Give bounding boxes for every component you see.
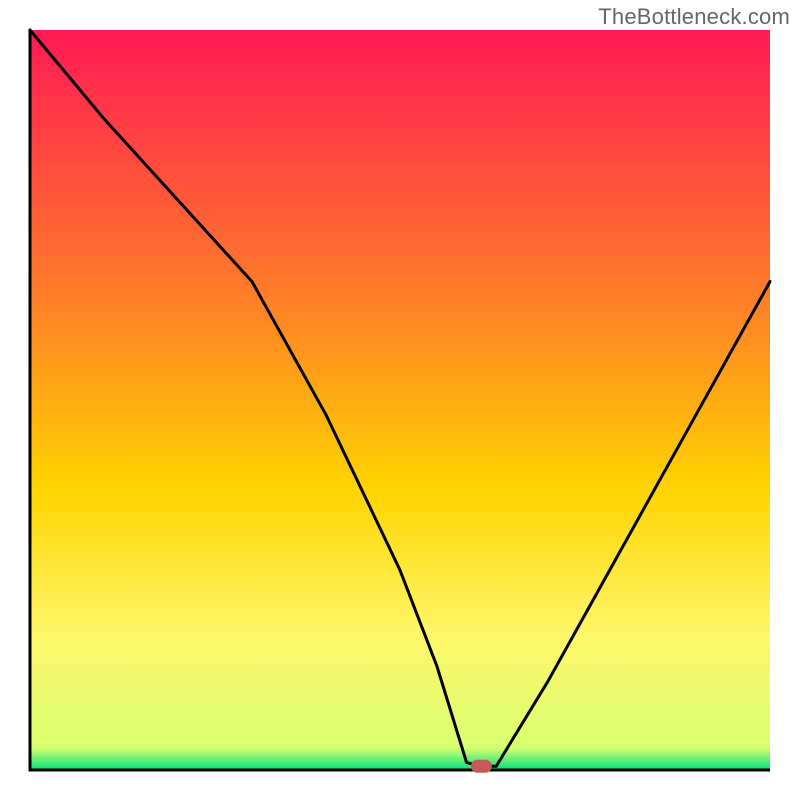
bottleneck-plot (0, 0, 800, 800)
plot-background (30, 30, 770, 770)
chart-frame: TheBottleneck.com (0, 0, 800, 800)
minimum-marker (471, 760, 491, 772)
